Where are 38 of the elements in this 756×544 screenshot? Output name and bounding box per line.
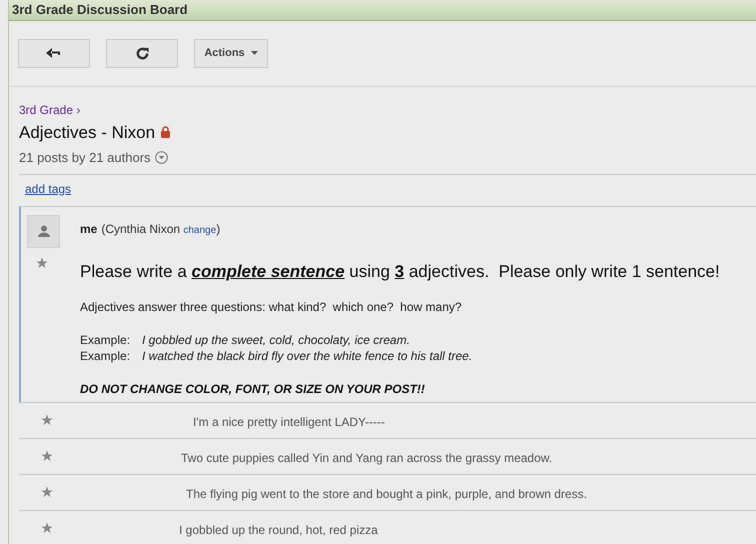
reply-text: The flying pig went to the store and bought a pink, purple, and brown dress. <box>185 486 587 503</box>
author-detail-text: (Cynthia Nixon <box>101 220 182 238</box>
post-count-text: 21 posts by 21 authors <box>19 149 151 167</box>
star-icon[interactable] <box>36 256 48 268</box>
reply-text: I gobbled up the round, hot, red pizza <box>178 522 378 539</box>
caret-icon <box>250 51 258 55</box>
example-sentence: I gobbled up the sweet, cold, chocolaty, ice cream. <box>142 332 410 348</box>
person-icon <box>38 225 50 237</box>
reply-row[interactable]: I'm a nice pretty intelligent LADY----- <box>19 403 756 439</box>
warning-text: DO NOT CHANGE COLOR, FONT, OR SIZE ON YOUR POST!! <box>80 381 426 398</box>
reply-text: I'm a nice pretty intelligent LADY----- <box>192 414 385 431</box>
star-icon[interactable] <box>41 450 53 462</box>
refresh-button[interactable] <box>106 38 178 68</box>
add-tags-link[interactable]: add tags <box>25 182 72 196</box>
topic-title: Adjectives - Nixon <box>19 122 156 144</box>
example-label: Example: <box>80 348 132 364</box>
star-icon[interactable] <box>41 522 53 534</box>
refresh-icon <box>134 46 150 60</box>
star-icon[interactable] <box>41 414 53 426</box>
post-paragraph: Adjectives answer three questions: what kind? which one? how many? <box>80 299 463 316</box>
change-link[interactable]: change <box>183 222 216 238</box>
lock-icon <box>161 126 170 138</box>
reply-row[interactable]: Two cute puppies called Yin and Yang ran across the grassy meadow. <box>19 439 756 475</box>
window-title: 3rd Grade Discussion Board <box>9 0 756 20</box>
reply-text: Two cute puppies called Yin and Yang ran across the grassy meadow. <box>180 450 552 467</box>
breadcrumb-link[interactable]: 3rd Grade › <box>19 100 80 118</box>
example-sentence: I watched the black bird fly over the white fence to his tall tree. <box>142 348 472 364</box>
example-label: Example: <box>80 332 132 348</box>
actions-button[interactable]: Actions <box>194 38 268 68</box>
author-detail-text: ) <box>216 220 220 238</box>
star-icon[interactable] <box>41 486 53 498</box>
back-arrow-icon <box>46 48 62 58</box>
reply-row[interactable]: I gobbled up the round, hot, red pizza <box>19 511 756 544</box>
back-button[interactable] <box>18 38 90 68</box>
post-heading: Please write a complete sentence using 3 adjectives. Please only write 1 sentence! <box>80 260 721 282</box>
author-name: me <box>80 220 98 238</box>
reply-row[interactable]: The flying pig went to the store and bought a pink, purple, and brown dress. <box>19 475 756 511</box>
dropdown-circle-icon[interactable] <box>154 151 168 164</box>
